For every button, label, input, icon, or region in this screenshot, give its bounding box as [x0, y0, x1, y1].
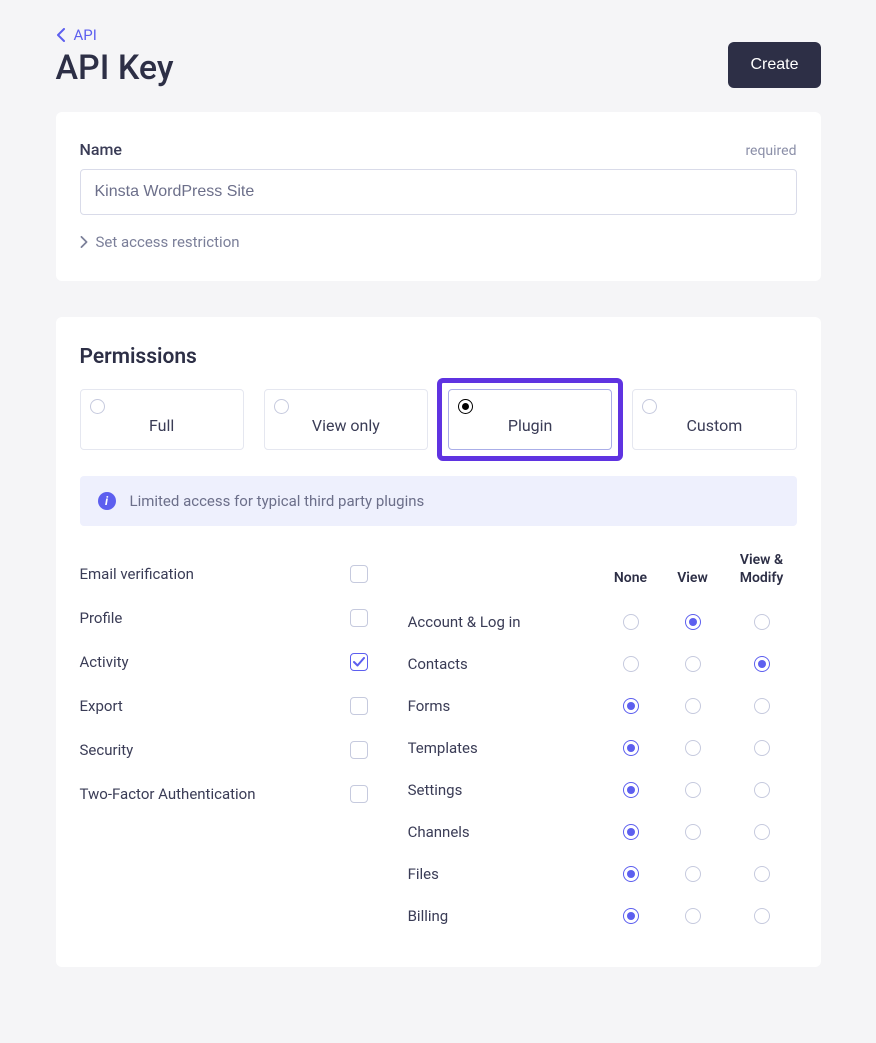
perm-item: Templates — [408, 727, 797, 769]
info-banner: i Limited access for typical third party… — [80, 476, 797, 526]
perm-item-label: Forms — [408, 697, 597, 715]
name-label: Name — [80, 140, 122, 159]
perm-item-radio-view-modify[interactable] — [754, 782, 770, 798]
perm-item: Security — [80, 728, 368, 772]
perm-item-radio-view[interactable] — [685, 866, 701, 882]
perm-item-checkbox[interactable] — [350, 565, 368, 583]
perm-item-label: Billing — [408, 907, 597, 925]
perm-item-label: Account & Log in — [408, 613, 597, 631]
perm-item: Channels — [408, 811, 797, 853]
col-header-none: None — [603, 552, 659, 587]
perm-option-radio — [642, 399, 657, 414]
perm-item-label: Profile — [80, 609, 123, 627]
perm-item: Forms — [408, 685, 797, 727]
chevron-right-icon — [80, 236, 88, 248]
perm-item-radio-view-modify[interactable] — [754, 824, 770, 840]
perm-option-label: View only — [312, 416, 380, 435]
perm-item: Settings — [408, 769, 797, 811]
chevron-left-icon — [56, 28, 66, 42]
perm-option-label: Full — [149, 416, 174, 435]
perm-option-highlight: Plugin — [437, 378, 623, 461]
col-header-view: View — [665, 552, 721, 587]
access-restriction-toggle[interactable]: Set access restriction — [80, 233, 797, 251]
perm-option-label: Plugin — [508, 416, 553, 435]
perm-item-label: Activity — [80, 653, 129, 671]
perm-item-radio-none[interactable] — [623, 656, 639, 672]
perm-item: Profile — [80, 596, 368, 640]
perm-item-radio-none[interactable] — [623, 740, 639, 756]
perm-item: Two-Factor Authentication — [80, 772, 368, 816]
perm-item-radio-view-modify[interactable] — [754, 908, 770, 924]
perm-item-label: Two-Factor Authentication — [80, 785, 256, 803]
perm-item-radio-view-modify[interactable] — [754, 866, 770, 882]
perm-item-label: Security — [80, 741, 134, 759]
name-card: Name required Set access restriction — [56, 112, 821, 281]
perm-option-plugin[interactable]: Plugin — [448, 389, 612, 450]
perm-item-radio-view[interactable] — [685, 908, 701, 924]
perm-option-radio — [274, 399, 289, 414]
perm-item-radio-view[interactable] — [685, 740, 701, 756]
perm-option-radio — [458, 399, 473, 414]
perm-item-radio-view-modify[interactable] — [754, 614, 770, 630]
perm-option-full[interactable]: Full — [80, 389, 244, 450]
permissions-title: Permissions — [80, 345, 797, 369]
perm-option-radio — [90, 399, 105, 414]
perm-item-checkbox[interactable] — [350, 741, 368, 759]
perm-item: Billing — [408, 895, 797, 937]
perm-option-view-only[interactable]: View only — [264, 389, 428, 450]
perm-item-checkbox[interactable] — [350, 697, 368, 715]
perm-item-label: Settings — [408, 781, 597, 799]
perm-item-radio-view[interactable] — [685, 782, 701, 798]
perm-item-radio-view-modify[interactable] — [754, 698, 770, 714]
create-button[interactable]: Create — [728, 42, 820, 88]
perm-item-label: Export — [80, 697, 123, 715]
perm-item-radio-none[interactable] — [623, 908, 639, 924]
perm-item: Account & Log in — [408, 601, 797, 643]
permissions-card: Permissions Full View only Plugin Custom i … — [56, 317, 821, 967]
breadcrumb-api[interactable]: API — [56, 26, 174, 44]
perm-item-radio-view-modify[interactable] — [754, 740, 770, 756]
perm-item-label: Channels — [408, 823, 597, 841]
col-header-view-modify: View & Modify — [727, 552, 797, 587]
info-text: Limited access for typical third party p… — [130, 492, 425, 510]
perm-item-radio-view[interactable] — [685, 614, 701, 630]
perm-item-radio-view[interactable] — [685, 698, 701, 714]
page-title: API Key — [56, 48, 174, 88]
perm-item-checkbox[interactable] — [350, 785, 368, 803]
perm-item: Contacts — [408, 643, 797, 685]
perm-item-checkbox[interactable] — [350, 653, 368, 671]
perm-item-radio-view[interactable] — [685, 824, 701, 840]
perm-item-checkbox[interactable] — [350, 609, 368, 627]
info-icon: i — [98, 492, 116, 510]
perm-item: Files — [408, 853, 797, 895]
perm-item-radio-none[interactable] — [623, 824, 639, 840]
required-indicator: required — [745, 143, 796, 159]
perm-item-radio-none[interactable] — [623, 866, 639, 882]
perm-item-radio-none[interactable] — [623, 698, 639, 714]
perm-item: Activity — [80, 640, 368, 684]
perm-item-label: Files — [408, 865, 597, 883]
perm-item-label: Email verification — [80, 565, 194, 583]
access-restriction-label: Set access restriction — [96, 233, 240, 251]
perm-item: Email verification — [80, 552, 368, 596]
perm-item-radio-none[interactable] — [623, 614, 639, 630]
perm-item-radio-view-modify[interactable] — [754, 656, 770, 672]
perm-item-label: Contacts — [408, 655, 597, 673]
perm-item-radio-view[interactable] — [685, 656, 701, 672]
name-input[interactable] — [80, 169, 797, 215]
perm-option-custom[interactable]: Custom — [632, 389, 796, 450]
perm-option-label: Custom — [687, 416, 743, 435]
perm-item-radio-none[interactable] — [623, 782, 639, 798]
perm-item-label: Templates — [408, 739, 597, 757]
perm-item: Export — [80, 684, 368, 728]
breadcrumb-label: API — [74, 26, 97, 44]
